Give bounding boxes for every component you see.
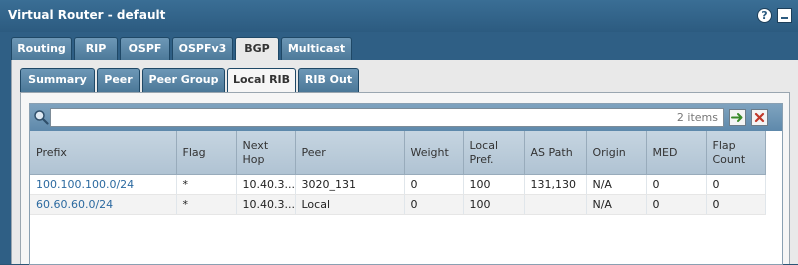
- apply-filter-button[interactable]: [729, 109, 746, 126]
- tab-local-rib[interactable]: Local RIB: [227, 68, 296, 94]
- items-count: 2 items: [676, 111, 718, 124]
- search-icon: [34, 110, 49, 125]
- cell-weight: 0: [404, 194, 464, 215]
- cell-flap-count: 0: [706, 194, 766, 215]
- cell-origin: N/A: [586, 194, 647, 215]
- virtual-router-window: Virtual Router - default ? Routing RIP O…: [0, 0, 798, 265]
- cell-med: 0: [646, 194, 707, 215]
- arrow-right-icon: [731, 113, 743, 122]
- cell-med: 0: [646, 174, 707, 195]
- cell-flag: *: [176, 194, 237, 215]
- title-bar: Virtual Router - default ?: [0, 0, 798, 32]
- filter-input[interactable]: [50, 108, 724, 127]
- cell-origin: N/A: [586, 174, 647, 195]
- cell-next-hop: 10.40.3...: [236, 174, 296, 195]
- help-button[interactable]: ?: [757, 8, 772, 23]
- table-row[interactable]: 60.60.60.0/24 * 10.40.3... Local 0 100 N…: [30, 194, 766, 215]
- tab-rib-out[interactable]: RIB Out: [298, 68, 359, 92]
- filter-toolbar: 2 items: [30, 104, 782, 131]
- local-rib-table: Prefix Flag Next Hop Peer Weight Local P…: [30, 131, 766, 215]
- cell-peer: 3020_131: [295, 174, 405, 195]
- minimize-icon: [781, 17, 788, 19]
- cell-flap-count: 0: [706, 174, 766, 195]
- minimize-button[interactable]: [777, 8, 792, 23]
- cell-local-pref: 100: [463, 194, 525, 215]
- close-icon: [754, 112, 765, 123]
- tab-routing[interactable]: Routing: [11, 37, 72, 61]
- tab-summary[interactable]: Summary: [20, 68, 95, 92]
- table-row[interactable]: 100.100.100.0/24 * 10.40.3... 3020_131 0…: [30, 174, 766, 195]
- column-header-next-hop[interactable]: Next Hop: [236, 131, 296, 175]
- column-header-peer[interactable]: Peer: [295, 131, 405, 175]
- tab-multicast[interactable]: Multicast: [281, 37, 352, 61]
- column-header-weight[interactable]: Weight: [404, 131, 464, 175]
- column-header-origin[interactable]: Origin: [586, 131, 647, 175]
- cell-prefix[interactable]: 60.60.60.0/24: [30, 194, 177, 215]
- clear-filter-button[interactable]: [751, 109, 768, 126]
- local-rib-grid: 2 items Prefix Flag Next Hop Peer Weight…: [29, 103, 783, 265]
- cell-next-hop: 10.40.3...: [236, 194, 296, 215]
- local-rib-content: 2 items Prefix Flag Next Hop Peer Weight…: [20, 92, 790, 265]
- cell-weight: 0: [404, 174, 464, 195]
- cell-peer: Local: [295, 194, 405, 215]
- cell-flag: *: [176, 174, 237, 195]
- cell-local-pref: 100: [463, 174, 525, 195]
- cell-as-path: 131,130: [524, 174, 587, 195]
- tab-ospfv3[interactable]: OSPFv3: [172, 37, 233, 61]
- tab-peer[interactable]: Peer: [97, 68, 140, 92]
- column-header-med[interactable]: MED: [646, 131, 707, 175]
- column-header-flap-count[interactable]: Flap Count: [706, 131, 766, 175]
- cell-as-path: [524, 194, 587, 215]
- table-header-row: Prefix Flag Next Hop Peer Weight Local P…: [30, 131, 766, 175]
- column-header-as-path[interactable]: AS Path: [524, 131, 587, 175]
- tab-peer-group[interactable]: Peer Group: [142, 68, 225, 92]
- tab-ospf[interactable]: OSPF: [120, 37, 170, 61]
- column-header-flag[interactable]: Flag: [176, 131, 237, 175]
- cell-prefix[interactable]: 100.100.100.0/24: [30, 174, 177, 195]
- window-title: Virtual Router - default: [8, 8, 166, 22]
- tab-rip[interactable]: RIP: [74, 37, 118, 61]
- bgp-panel: Summary Peer Peer Group Local RIB RIB Ou…: [11, 60, 798, 265]
- column-header-local-pref[interactable]: Local Pref.: [463, 131, 525, 175]
- column-header-prefix[interactable]: Prefix: [30, 131, 177, 175]
